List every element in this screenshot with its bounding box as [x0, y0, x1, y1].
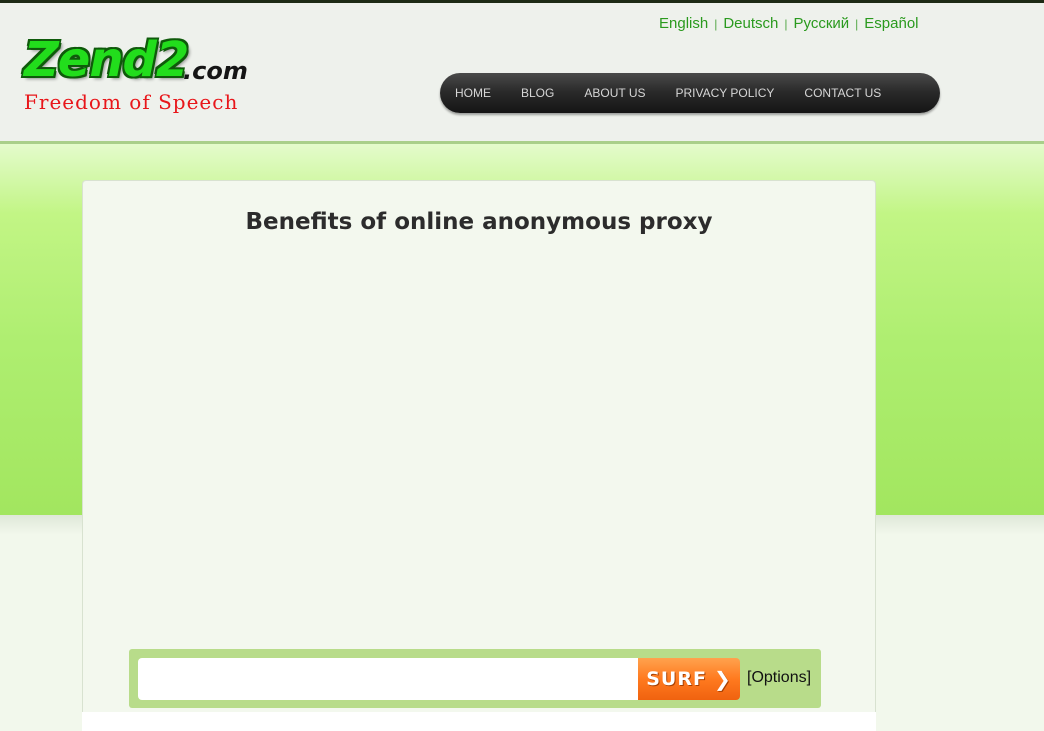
lang-spanish[interactable]: Español — [858, 15, 924, 32]
main-nav: HOME BLOG ABOUT US PRIVACY POLICY CONTAC… — [440, 73, 940, 113]
nav-item-home[interactable]: HOME — [455, 73, 491, 113]
surf-button-label: SURF — [646, 668, 707, 690]
lang-english[interactable]: English — [653, 15, 714, 32]
site-logo[interactable]: Zend2 .com Freedom of Speech — [22, 32, 262, 116]
nav-item-privacy-policy[interactable]: PRIVACY POLICY — [675, 73, 774, 113]
logo-text: Zend2 — [24, 32, 189, 88]
page-title: Benefits of online anonymous proxy — [245, 209, 713, 235]
url-input[interactable] — [138, 658, 638, 700]
nav-list: HOME BLOG ABOUT US PRIVACY POLICY CONTAC… — [440, 73, 881, 113]
surf-button[interactable]: SURF ❯ — [638, 658, 740, 700]
lang-russian[interactable]: Русский — [787, 15, 855, 32]
nav-item-blog[interactable]: BLOG — [521, 73, 554, 113]
logo-tagline: Freedom of Speech — [24, 90, 239, 114]
nav-item-about-us[interactable]: ABOUT US — [584, 73, 645, 113]
chevron-right-icon: ❯ — [713, 667, 732, 691]
language-switcher: English | Deutsch | Русский | Español — [653, 14, 953, 36]
lang-deutsch[interactable]: Deutsch — [717, 15, 784, 32]
panel-footer — [82, 712, 876, 731]
logo-tld: .com — [183, 57, 248, 85]
nav-item-contact-us[interactable]: CONTACT US — [804, 73, 881, 113]
options-link[interactable]: [Options] — [747, 667, 811, 689]
